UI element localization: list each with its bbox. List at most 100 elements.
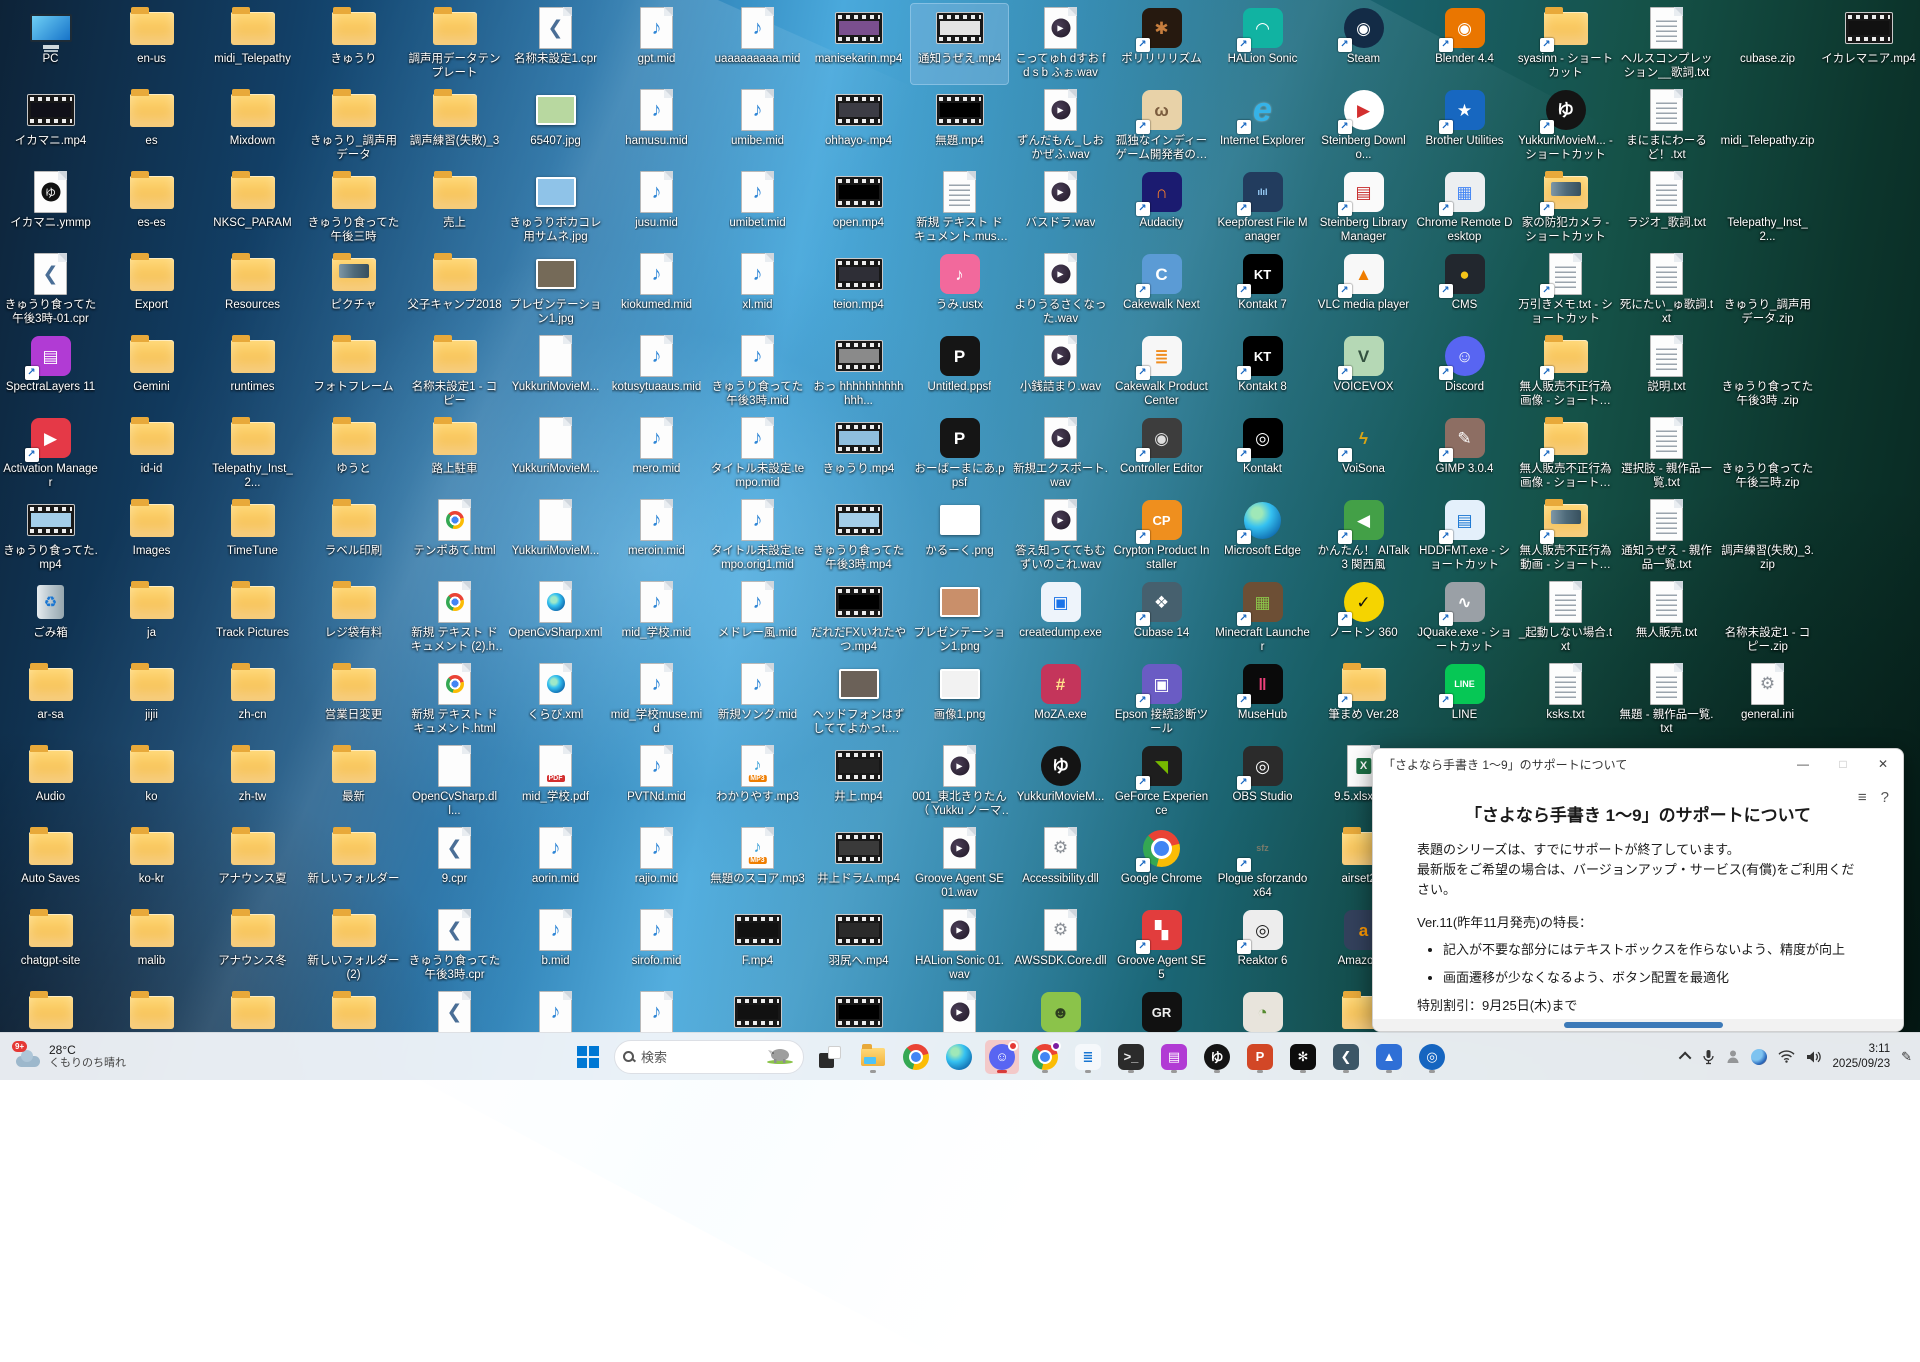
desktop-icon[interactable]: きゅうり.mp4 bbox=[810, 414, 907, 494]
desktop-icon[interactable]: umibet.mid bbox=[709, 168, 806, 248]
desktop-icon[interactable]: プレゼンテーション1.png bbox=[911, 578, 1008, 658]
wifi-icon[interactable] bbox=[1778, 1050, 1795, 1063]
desktop-icon[interactable]: PDFmid_学校.pdf bbox=[507, 742, 604, 822]
taskbar-yukkuri-movie-maker-icon[interactable]: ゆ bbox=[1200, 1040, 1234, 1074]
desktop-icon[interactable]: ラジオ_歌詞.txt bbox=[1618, 168, 1715, 248]
desktop-icon[interactable]: general.ini bbox=[1719, 660, 1816, 740]
desktop-icon[interactable]: きゅうり食ってた午後3時 .zip bbox=[1719, 332, 1816, 412]
desktop-icon[interactable]: ∿↗JQuake.exe - ショートカット bbox=[1416, 578, 1513, 658]
desktop-icon[interactable]: ar-sa bbox=[2, 660, 99, 740]
desktop-icon[interactable]: V↗VOICEVOX bbox=[1315, 332, 1412, 412]
dialog-titlebar[interactable]: 「さよなら手書き 1～9」のサポートについて — □ ✕ bbox=[1373, 749, 1903, 779]
desktop-icon[interactable]: 新規 テキスト ドキュメント.html bbox=[406, 660, 503, 740]
desktop-icon[interactable]: ●↗CMS bbox=[1416, 250, 1513, 330]
desktop-icon[interactable]: よりうるさくなった.wav bbox=[1012, 250, 1109, 330]
desktop-icon[interactable]: ↗syasinn - ショートカット bbox=[1517, 4, 1614, 84]
weather-widget[interactable]: 9+ 28°C くもりのち晴れ bbox=[10, 1037, 132, 1077]
desktop-icon[interactable]: id-id bbox=[103, 414, 200, 494]
desktop-icon[interactable]: ▦↗Minecraft Launcher bbox=[1214, 578, 1311, 658]
maximize-button[interactable]: □ bbox=[1823, 749, 1863, 779]
desktop-icon[interactable]: レジ袋有料 bbox=[305, 578, 402, 658]
taskbar-discord-icon[interactable]: ☺ bbox=[985, 1040, 1019, 1074]
desktop-icon[interactable]: 新規ソング.mid bbox=[709, 660, 806, 740]
desktop-icon[interactable]: gpt.mid bbox=[608, 4, 705, 84]
desktop-icon[interactable]: きゅうりボカコレ用サムネ.jpg bbox=[507, 168, 604, 248]
taskbar-start-icon[interactable] bbox=[571, 1040, 605, 1074]
desktop-icon[interactable]: ↗Google Chrome bbox=[1113, 824, 1210, 904]
desktop-icon[interactable]: きゅうり食ってた.mp4 bbox=[2, 496, 99, 576]
desktop-icon[interactable]: PC bbox=[2, 4, 99, 84]
desktop-icon[interactable]: 無題.mp4 bbox=[911, 86, 1008, 166]
desktop-icon[interactable]: teion.mp4 bbox=[810, 250, 907, 330]
desktop-icon[interactable]: e↗Internet Explorer bbox=[1214, 86, 1311, 166]
desktop-icon[interactable]: ゆうと bbox=[305, 414, 402, 494]
desktop-icon[interactable]: ▶↗Steinberg Downlo... bbox=[1315, 86, 1412, 166]
clock[interactable]: 3:11 2025/09/23 bbox=[1833, 1042, 1891, 1072]
desktop-icon[interactable]: umibe.mid bbox=[709, 86, 806, 166]
desktop-icon[interactable]: 通知うぜえ.mp4 bbox=[911, 4, 1008, 84]
desktop-icon[interactable]: アナウンス夏 bbox=[204, 824, 301, 904]
scrollbar-thumb[interactable] bbox=[1564, 1022, 1723, 1028]
desktop-icon[interactable]: 調声練習(失敗)_3 bbox=[406, 86, 503, 166]
desktop-icon[interactable]: 名称未設定1.cpr bbox=[507, 4, 604, 84]
desktop-icon[interactable]: プレゼンテーション1.jpg bbox=[507, 250, 604, 330]
desktop-icon[interactable]: 無人販売.txt bbox=[1618, 578, 1715, 658]
desktop-icon[interactable]: 答え知っててもむずいのこれ.wav bbox=[1012, 496, 1109, 576]
hidden-icons-chevron-icon[interactable] bbox=[1682, 1052, 1691, 1061]
ime-pen-icon[interactable]: ✎ bbox=[1901, 1049, 1912, 1065]
desktop-icon[interactable]: メドレー風.mid bbox=[709, 578, 806, 658]
desktop-icon[interactable]: きゅうり_調声用データ bbox=[305, 86, 402, 166]
taskbar-cubase-icon[interactable]: ❮ bbox=[1329, 1040, 1363, 1074]
desktop-icon[interactable]: YukkuriMovieM... bbox=[507, 496, 604, 576]
horizontal-scrollbar[interactable] bbox=[1373, 1019, 1903, 1031]
desktop-icon[interactable]: ヘッドフォンはずしててよかっt.mp4 bbox=[810, 660, 907, 740]
desktop-icon[interactable]: 説明.txt bbox=[1618, 332, 1715, 412]
desktop-icon[interactable]: #MoZA.exe bbox=[1012, 660, 1109, 740]
desktop-icon[interactable]: aorin.mid bbox=[507, 824, 604, 904]
desktop-icon[interactable]: hamusu.mid bbox=[608, 86, 705, 166]
desktop-icon[interactable]: ≣↗Cakewalk Product Center bbox=[1113, 332, 1210, 412]
desktop-icon[interactable]: 小銭詰まり.wav bbox=[1012, 332, 1109, 412]
taskbar-spectralayers-icon[interactable]: ▤ bbox=[1157, 1040, 1191, 1074]
desktop-icon[interactable]: YukkuriMovieM... bbox=[507, 414, 604, 494]
desktop-icon[interactable]: ◥↗GeForce Experience bbox=[1113, 742, 1210, 822]
desktop-icon[interactable]: uaaaaaaaaa.mid bbox=[709, 4, 806, 84]
desktop-icon[interactable]: Track Pictures bbox=[204, 578, 301, 658]
desktop-icon[interactable]: ↗家の防犯カメラ - ショートカット bbox=[1517, 168, 1614, 248]
desktop-icon[interactable]: ‖↗MuseHub bbox=[1214, 660, 1311, 740]
copilot-icon[interactable] bbox=[1751, 1049, 1767, 1065]
help-icon[interactable]: ? bbox=[1881, 789, 1889, 806]
desktop-icon[interactable]: Telepathy_Inst_2... bbox=[204, 414, 301, 494]
desktop-icon[interactable]: YukkuriMovieM... bbox=[507, 332, 604, 412]
desktop-icon[interactable]: ∩↗Audacity bbox=[1113, 168, 1210, 248]
desktop-icon[interactable]: meroin.mid bbox=[608, 496, 705, 576]
taskbar-chatgpt-icon[interactable]: ✻ bbox=[1286, 1040, 1320, 1074]
taskbar-notes-app-icon[interactable]: ≣ bbox=[1071, 1040, 1105, 1074]
desktop-icon[interactable]: chatgpt-site bbox=[2, 906, 99, 986]
desktop-icon[interactable]: 井上.mp4 bbox=[810, 742, 907, 822]
desktop-icon[interactable]: PVTNd.mid bbox=[608, 742, 705, 822]
desktop-icon[interactable]: イカマニ.ymmp bbox=[2, 168, 99, 248]
desktop-icon[interactable]: 新規エクスポート.wav bbox=[1012, 414, 1109, 494]
desktop-icon[interactable]: 新規 テキスト ドキュメント.musicxml bbox=[911, 168, 1008, 248]
desktop-icon[interactable]: manisekarin.mp4 bbox=[810, 4, 907, 84]
desktop-icon[interactable]: zh-cn bbox=[204, 660, 301, 740]
desktop-icon[interactable]: ko bbox=[103, 742, 200, 822]
taskbar-chrome-profile-icon[interactable] bbox=[1028, 1040, 1062, 1074]
desktop-icon[interactable]: だれだFXいれたやつ.mp4 bbox=[810, 578, 907, 658]
desktop-icon[interactable]: runtimes bbox=[204, 332, 301, 412]
desktop-icon[interactable]: ↗Microsoft Edge bbox=[1214, 496, 1311, 576]
desktop-icon[interactable]: ピクチャ bbox=[305, 250, 402, 330]
desktop-icon[interactable]: ϟ↗VoiSona bbox=[1315, 414, 1412, 494]
desktop-icon[interactable]: 最新 bbox=[305, 742, 402, 822]
desktop-icon[interactable]: 父子キャンプ2018 bbox=[406, 250, 503, 330]
desktop-icon[interactable]: ◎↗Reaktor 6 bbox=[1214, 906, 1311, 986]
desktop-icon[interactable]: きゅうり食ってた午後3時.mid bbox=[709, 332, 806, 412]
desktop-icon[interactable]: 売上 bbox=[406, 168, 503, 248]
desktop-icon[interactable]: ohhayo-.mp4 bbox=[810, 86, 907, 166]
desktop-icon[interactable]: midi_Telepathy.zip bbox=[1719, 86, 1816, 166]
desktop-icon[interactable]: ◎↗OBS Studio bbox=[1214, 742, 1311, 822]
desktop-icon[interactable]: open.mp4 bbox=[810, 168, 907, 248]
desktop-icon[interactable]: en-us bbox=[103, 4, 200, 84]
desktop-icon[interactable]: Export bbox=[103, 250, 200, 330]
